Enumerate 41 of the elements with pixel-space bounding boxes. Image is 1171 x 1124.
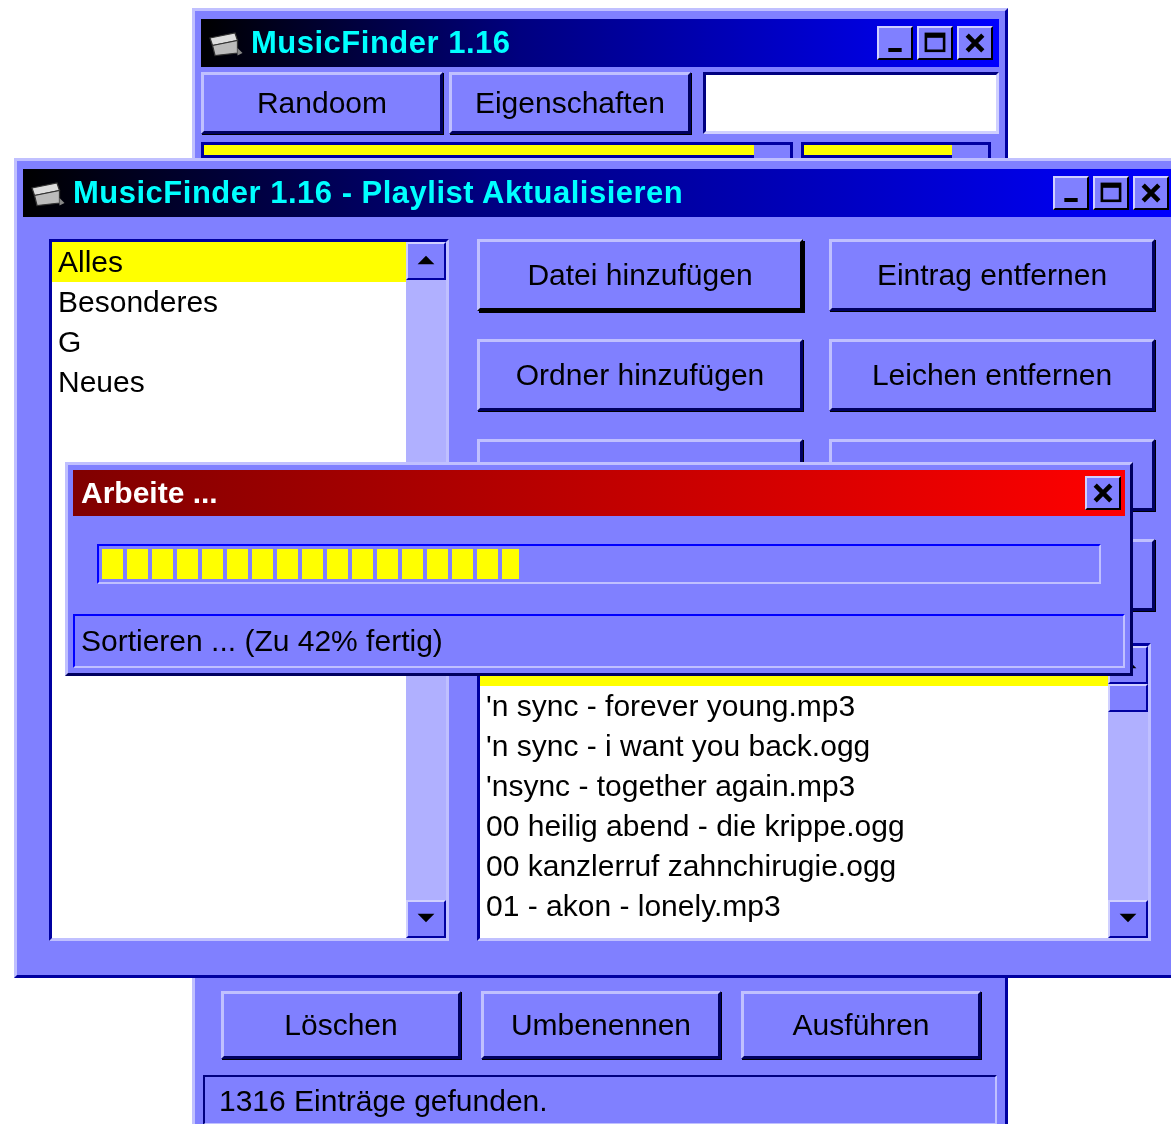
minimize-icon [888,48,902,52]
playlist-item[interactable]: Besonderes [52,282,406,322]
random-button[interactable]: Randoom [201,72,443,134]
close-button[interactable] [1085,476,1121,510]
window-title: MusicFinder 1.16 [251,25,511,61]
dropdown[interactable] [201,142,793,158]
progress-status: Sortieren ... (Zu 42% fertig) [73,614,1125,668]
file-item[interactable]: 01 - akon - lonely.mp3 [480,886,1108,926]
window-title: MusicFinder 1.16 - Playlist Aktualisieren [73,175,684,211]
remove-entry-button[interactable]: Eintrag entfernen [829,239,1155,311]
playlist-item[interactable]: Alles [52,242,406,282]
scroll-down-icon[interactable] [406,900,446,938]
properties-button[interactable]: Eigenschaften [449,72,691,134]
maximize-button[interactable] [1093,176,1129,210]
status-bar: 1316 Einträge gefunden. [203,1075,997,1124]
rename-button[interactable]: Umbenennen [481,991,721,1059]
add-folder-button[interactable]: Ordner hinzufügen [477,339,803,411]
maximize-button[interactable] [917,26,953,60]
scroll-thumb[interactable] [1108,684,1148,712]
scroll-down-icon[interactable] [1108,900,1148,938]
minimize-button[interactable] [877,26,913,60]
dropdown[interactable] [801,142,991,158]
close-button[interactable] [1133,176,1169,210]
add-file-button[interactable]: Datei hinzufügen [477,239,803,311]
delete-button[interactable]: Löschen [221,991,461,1059]
file-item[interactable]: 'nsync - together again.mp3 [480,766,1108,806]
dialog-title: Arbeite ... [81,476,218,510]
file-item[interactable]: 'n sync - forever young.mp3 [480,686,1108,726]
playlist-item[interactable]: G [52,322,406,362]
scrollbar[interactable] [1108,646,1148,938]
close-button[interactable] [957,26,993,60]
minimize-icon [1064,198,1078,202]
minimize-button[interactable] [1053,176,1089,210]
search-field[interactable] [703,72,999,134]
scroll-up-icon[interactable] [406,242,446,280]
run-button[interactable]: Ausführen [741,991,981,1059]
file-item[interactable]: 00 heilig abend - die krippe.ogg [480,806,1108,846]
file-item[interactable]: 'n sync - i want you back.ogg [480,726,1108,766]
playlist-item[interactable]: Neues [52,362,406,402]
remove-dead-button[interactable]: Leichen entfernen [829,339,1155,411]
file-item[interactable]: 00 kanzlerruf zahnchirugie.ogg [480,846,1108,886]
